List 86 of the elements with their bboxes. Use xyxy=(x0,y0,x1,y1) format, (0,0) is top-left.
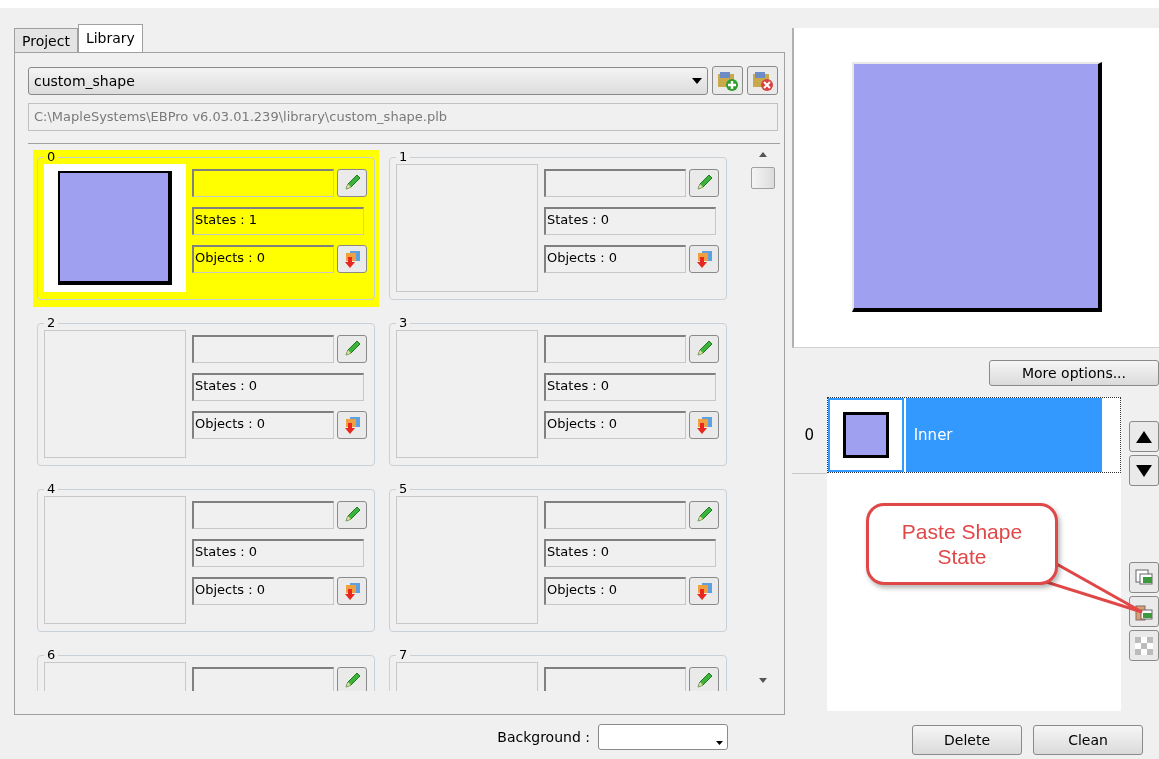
tab[interactable]: Library xyxy=(77,24,143,52)
pencil-icon xyxy=(694,671,714,691)
edit-button[interactable] xyxy=(689,335,719,363)
background-label: Background : xyxy=(497,729,590,745)
add-library-button[interactable] xyxy=(712,66,743,95)
background-color-dropdown[interactable] xyxy=(598,724,728,750)
objects-field: Objects : 0 xyxy=(544,411,686,439)
shape-number: 7 xyxy=(398,648,409,662)
move-down-button[interactable] xyxy=(1129,455,1159,486)
checkerboard-icon xyxy=(1135,636,1153,655)
states-field: States : 0 xyxy=(192,373,364,401)
objects-field: Objects : 0 xyxy=(544,245,686,273)
shape-cell[interactable]: 0 States : 1 Objects : 0 xyxy=(33,150,379,307)
shape-number: 3 xyxy=(398,316,409,330)
caret-icon xyxy=(716,741,723,745)
down-arrow-icon xyxy=(342,581,362,601)
callout: Paste Shape State xyxy=(866,503,1058,585)
shape-number: 1 xyxy=(398,150,409,164)
edit-button[interactable] xyxy=(689,667,719,691)
action-button[interactable]: Clean xyxy=(1033,725,1143,755)
name-field[interactable] xyxy=(192,169,334,197)
shape-number: 2 xyxy=(46,316,57,330)
tab[interactable]: Project xyxy=(14,28,78,52)
pencil-icon xyxy=(342,505,362,525)
states-field: States : 0 xyxy=(192,539,364,567)
import-button[interactable] xyxy=(689,577,719,605)
more-options-button[interactable]: More options... xyxy=(989,360,1159,386)
scroll-up-icon xyxy=(759,152,767,157)
down-arrow-icon xyxy=(694,249,714,269)
path-field: C:\MapleSystems\EBPro v6.03.01.239\library\custom_shape.plb xyxy=(28,103,778,131)
shape-number: 5 xyxy=(398,482,409,496)
down-triangle-icon xyxy=(1136,464,1152,477)
copy-picture-icon xyxy=(1135,568,1153,587)
down-arrow-icon xyxy=(342,415,362,435)
move-up-button[interactable] xyxy=(1129,421,1159,452)
name-field[interactable] xyxy=(544,335,686,363)
states-field: States : 1 xyxy=(192,207,364,235)
up-triangle-icon xyxy=(1136,430,1152,443)
edit-button[interactable] xyxy=(689,169,719,197)
states-field: States : 0 xyxy=(544,539,716,567)
name-field[interactable] xyxy=(544,667,686,691)
state-index: 0 xyxy=(792,397,827,474)
action-button[interactable]: Delete xyxy=(912,725,1022,755)
transparent-button[interactable] xyxy=(1129,630,1159,661)
shape-number: 6 xyxy=(46,648,57,662)
import-button[interactable] xyxy=(337,577,367,605)
folder-remove-icon xyxy=(751,69,774,92)
states-field: States : 0 xyxy=(544,207,716,235)
import-button[interactable] xyxy=(337,245,367,273)
edit-button[interactable] xyxy=(337,169,367,197)
folder-plus-icon xyxy=(716,69,739,92)
edit-button[interactable] xyxy=(337,501,367,529)
name-field[interactable] xyxy=(192,501,334,529)
paste-state-button[interactable] xyxy=(1129,596,1159,627)
edit-button[interactable] xyxy=(689,501,719,529)
name-field[interactable] xyxy=(192,667,334,691)
pencil-icon xyxy=(342,671,362,691)
edit-button[interactable] xyxy=(337,667,367,691)
name-field[interactable] xyxy=(544,169,686,197)
shape-number: 4 xyxy=(46,482,57,496)
edit-button[interactable] xyxy=(337,335,367,363)
pencil-icon xyxy=(342,339,362,359)
down-arrow-icon xyxy=(342,249,362,269)
objects-field: Objects : 0 xyxy=(192,577,334,605)
scroll-thumb[interactable] xyxy=(751,167,775,189)
objects-field: Objects : 0 xyxy=(192,245,334,273)
copy-state-button[interactable] xyxy=(1129,562,1159,593)
name-field[interactable] xyxy=(192,335,334,363)
pencil-icon xyxy=(694,339,714,359)
objects-field: Objects : 0 xyxy=(544,577,686,605)
pencil-icon xyxy=(694,173,714,193)
import-button[interactable] xyxy=(689,411,719,439)
shape-number: 0 xyxy=(46,150,57,164)
caret-icon xyxy=(692,77,702,84)
remove-library-button[interactable] xyxy=(747,66,778,95)
states-field: States : 0 xyxy=(544,373,716,401)
objects-field: Objects : 0 xyxy=(192,411,334,439)
down-arrow-icon xyxy=(694,415,714,435)
scroll-down-icon xyxy=(759,678,767,683)
pencil-icon xyxy=(342,173,362,193)
down-arrow-icon xyxy=(694,581,714,601)
name-field[interactable] xyxy=(544,501,686,529)
library-dropdown[interactable]: custom_shape xyxy=(28,66,708,95)
import-button[interactable] xyxy=(337,411,367,439)
pencil-icon xyxy=(694,505,714,525)
import-button[interactable] xyxy=(689,245,719,273)
